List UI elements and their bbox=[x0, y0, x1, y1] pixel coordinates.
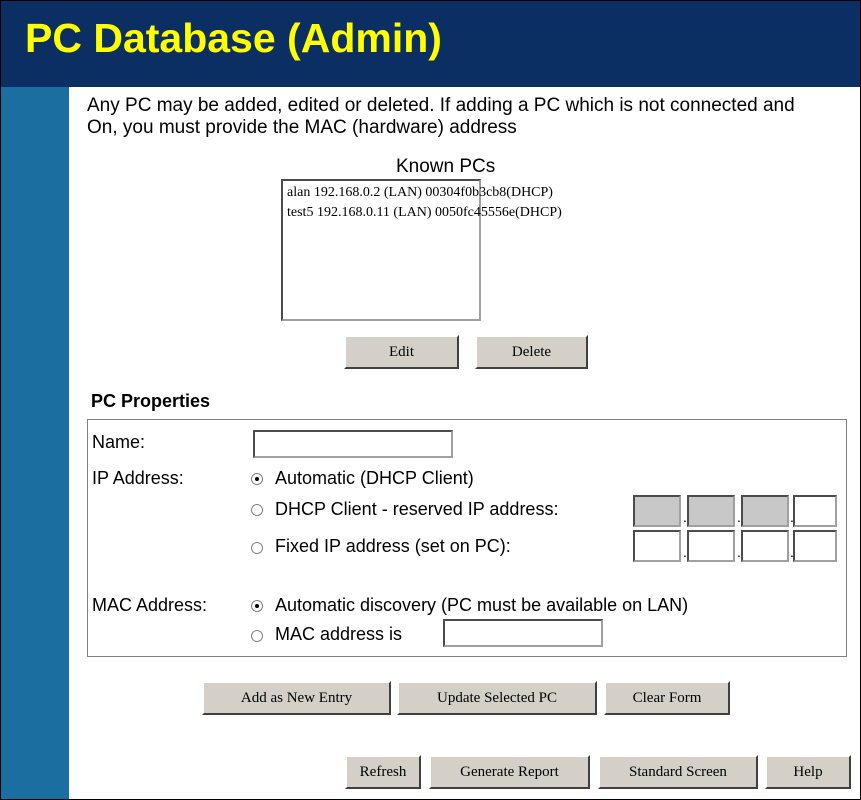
header-banner: PC Database (Admin) bbox=[1, 1, 860, 87]
mac-automatic-radio[interactable] bbox=[251, 600, 263, 612]
left-sidebar bbox=[1, 87, 69, 799]
clear-form-button[interactable]: Clear Form bbox=[604, 681, 730, 715]
fixed-ip-octet-3[interactable] bbox=[741, 530, 789, 562]
mac-manual-label: MAC address is bbox=[275, 624, 403, 644]
name-label: Name: bbox=[92, 432, 146, 452]
list-item[interactable]: alan 192.168.0.2 (LAN) 00304f0b3cb8(DHCP… bbox=[287, 183, 553, 203]
pc-properties-heading: PC Properties bbox=[91, 391, 211, 411]
page-frame: PC Database (Admin) Any PC may be added,… bbox=[0, 0, 861, 800]
update-selected-pc-button[interactable]: Update Selected PC bbox=[397, 681, 597, 715]
fixed-ip-octet-1[interactable] bbox=[633, 530, 681, 562]
refresh-button[interactable]: Refresh bbox=[345, 755, 421, 789]
ip-fixed-label: Fixed IP address (set on PC): bbox=[275, 536, 511, 556]
reserved-ip-octet-1[interactable] bbox=[633, 495, 681, 527]
known-pcs-label: Known PCs bbox=[396, 156, 496, 177]
reserved-ip-octet-2[interactable] bbox=[687, 495, 735, 527]
fixed-ip-octet-2[interactable] bbox=[687, 530, 735, 562]
ip-automatic-radio[interactable] bbox=[251, 473, 263, 485]
page-title: PC Database (Admin) bbox=[25, 15, 442, 61]
help-button[interactable]: Help bbox=[765, 755, 851, 789]
mac-address-input[interactable] bbox=[443, 619, 603, 647]
generate-report-button[interactable]: Generate Report bbox=[429, 755, 590, 789]
add-new-entry-button[interactable]: Add as New Entry bbox=[202, 681, 391, 715]
mac-address-label: MAC Address: bbox=[92, 595, 208, 615]
ip-reserved-label: DHCP Client - reserved IP address: bbox=[275, 499, 559, 519]
ip-reserved-radio[interactable] bbox=[251, 504, 263, 516]
intro-text: Any PC may be added, edited or deleted. … bbox=[87, 95, 795, 138]
fixed-ip-octet-4[interactable] bbox=[793, 530, 837, 562]
delete-button[interactable]: Delete bbox=[475, 335, 588, 369]
known-pcs-listbox[interactable]: alan 192.168.0.2 (LAN) 00304f0b3cb8(DHCP… bbox=[281, 179, 562, 321]
edit-button[interactable]: Edit bbox=[344, 335, 459, 369]
name-input[interactable] bbox=[253, 430, 453, 458]
reserved-ip-octet-3[interactable] bbox=[741, 495, 789, 527]
mac-manual-radio[interactable] bbox=[251, 630, 263, 642]
mac-automatic-label: Automatic discovery (PC must be availabl… bbox=[275, 595, 689, 615]
standard-screen-button[interactable]: Standard Screen bbox=[598, 755, 758, 789]
list-item[interactable]: test5 192.168.0.11 (LAN) 0050fc45556e(DH… bbox=[287, 203, 562, 223]
ip-address-label: IP Address: bbox=[92, 468, 184, 488]
reserved-ip-octet-4[interactable] bbox=[793, 495, 837, 527]
ip-automatic-label: Automatic (DHCP Client) bbox=[275, 468, 474, 488]
ip-fixed-radio[interactable] bbox=[251, 542, 263, 554]
